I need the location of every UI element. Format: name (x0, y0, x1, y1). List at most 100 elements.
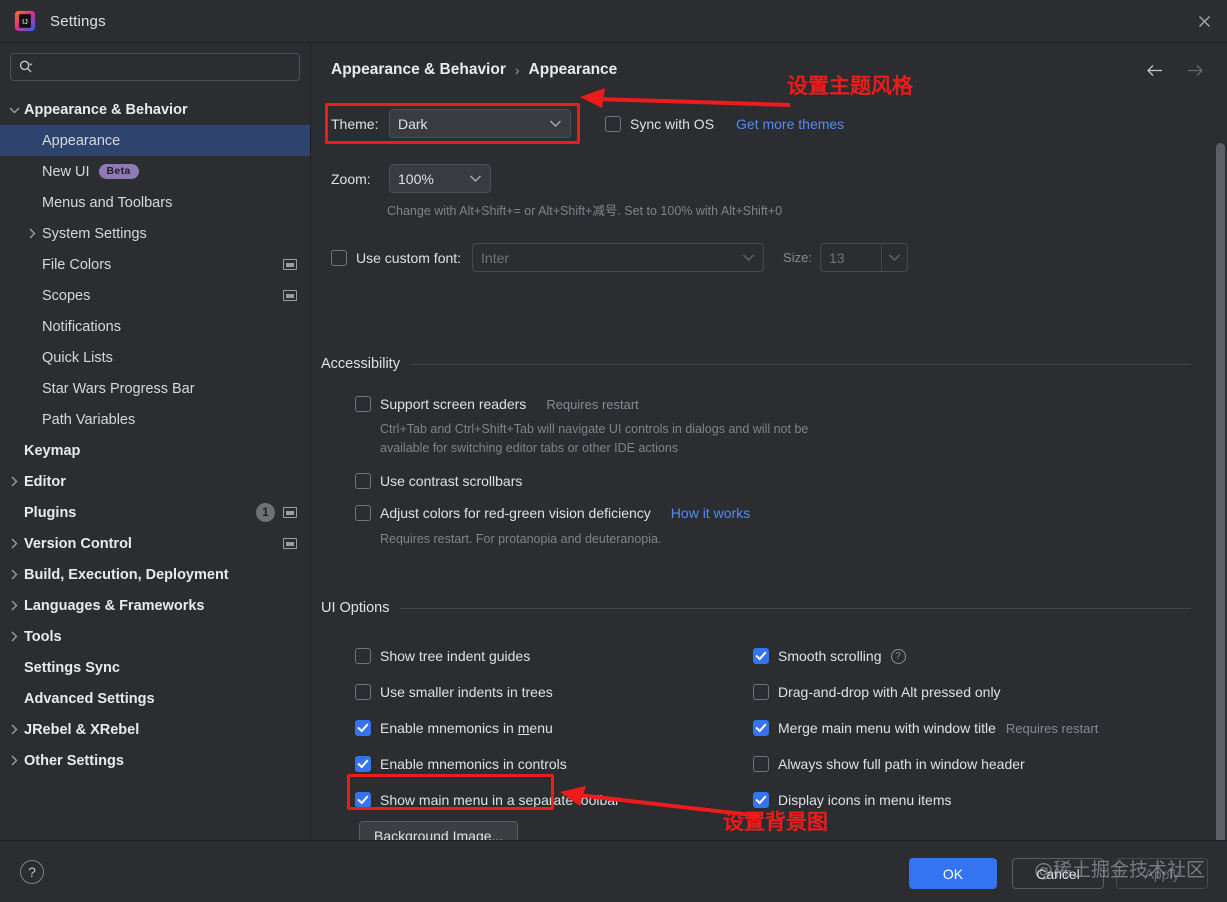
chevron-right-icon[interactable] (4, 476, 24, 487)
ok-button[interactable]: OK (909, 858, 997, 889)
ui-option-row: Merge main menu with window title Require… (753, 710, 1098, 746)
ui-option-label: Display icons in menu items (778, 792, 952, 808)
support-screen-readers-checkbox[interactable] (355, 396, 371, 412)
smooth-scrolling-checkbox[interactable] (753, 648, 769, 664)
sidebar-item-build-execution-deployment[interactable]: Build, Execution, Deployment (0, 559, 310, 590)
support-screen-readers-label: Support screen readers (380, 396, 527, 412)
font-size-label: Size: (783, 250, 812, 265)
sidebar-item-menus-and-toolbars[interactable]: Menus and Toolbars (0, 187, 310, 218)
sidebar-item-label: Menus and Toolbars (42, 194, 173, 211)
sync-with-os-label: Sync with OS (630, 115, 715, 132)
ui-option-label: Use smaller indents in trees (380, 684, 553, 700)
sidebar-item-scopes[interactable]: Scopes (0, 280, 310, 311)
sidebar-item-tools[interactable]: Tools (0, 621, 310, 652)
adjust-colors-checkbox[interactable] (355, 505, 371, 521)
sidebar-item-label: Appearance & Behavior (24, 101, 188, 118)
arrow-right-icon[interactable] (1186, 63, 1205, 78)
sidebar-item-label: Scopes (42, 287, 91, 304)
support-screen-readers-hint: Ctrl+Tab and Ctrl+Shift+Tab will navigat… (380, 422, 809, 455)
use-custom-font-checkbox[interactable] (331, 249, 347, 266)
settings-content: Theme: Dark Sync with OS Get more themes… (311, 91, 1227, 851)
chevron-right-icon[interactable] (4, 569, 24, 580)
search-icon (18, 59, 34, 75)
chevron-down-icon[interactable] (880, 244, 907, 271)
chevron-right-icon[interactable] (4, 755, 24, 766)
sidebar-item-editor[interactable]: Editor (0, 466, 310, 497)
sidebar-item-star-wars-progress-bar[interactable]: Star Wars Progress Bar (0, 373, 310, 404)
get-more-themes-link[interactable]: Get more themes (736, 116, 844, 132)
main-panel: Appearance & Behavior › Appearance Theme… (310, 43, 1227, 851)
help-circle-icon[interactable]: ? (890, 648, 906, 664)
breadcrumb-root[interactable]: Appearance & Behavior (331, 61, 506, 79)
sidebar-item-notifications[interactable]: Notifications (0, 311, 310, 342)
zoom-row: Zoom: 100% (331, 164, 491, 193)
sidebar-item-path-variables[interactable]: Path Variables (0, 404, 310, 435)
sidebar-item-jrebel-xrebel[interactable]: JRebel & XRebel (0, 714, 310, 745)
merge-main-menu-with-window-title-checkbox[interactable] (753, 720, 769, 736)
beta-badge: Beta (98, 164, 139, 179)
use-custom-font-label: Use custom font: (356, 249, 462, 266)
always-show-full-path-in-window-header-checkbox[interactable] (753, 756, 769, 772)
close-icon[interactable] (1181, 0, 1227, 43)
ui-option-label: Always show full path in window header (778, 756, 1025, 772)
show-main-menu-in-a-separate-toolbar-checkbox[interactable] (355, 792, 371, 808)
font-size-spinner[interactable]: 13 (819, 243, 908, 272)
arrow-left-icon[interactable] (1145, 63, 1164, 78)
breadcrumb-separator-icon: › (514, 62, 520, 78)
sidebar-item-appearance[interactable]: Appearance (0, 125, 310, 156)
use-smaller-indents-in-trees-checkbox[interactable] (355, 684, 371, 700)
sidebar-item-label: Plugins (24, 504, 77, 521)
theme-select[interactable]: Dark (389, 109, 571, 138)
main-vertical-scrollbar[interactable] (1216, 143, 1225, 848)
ui-option-label: Enable mnemonics in controls (380, 756, 567, 772)
use-contrast-scrollbars-label: Use contrast scrollbars (380, 473, 523, 489)
section-divider (399, 607, 1191, 609)
enable-mnemonics-in-controls-checkbox[interactable] (355, 756, 371, 772)
sidebar-item-keymap[interactable]: Keymap (0, 435, 310, 466)
display-icons-in-menu-items-checkbox[interactable] (753, 792, 769, 808)
sidebar-item-file-colors[interactable]: File Colors (0, 249, 310, 280)
sidebar-item-version-control[interactable]: Version Control (0, 528, 310, 559)
sidebar-item-appearance-behavior[interactable]: Appearance & Behavior (0, 94, 310, 125)
zoom-hint: Change with Alt+Shift+= or Alt+Shift+减号.… (387, 204, 783, 218)
search-box[interactable] (10, 53, 300, 81)
search-input[interactable] (38, 58, 292, 76)
question-mark-icon[interactable]: ? (20, 860, 44, 884)
sidebar-item-languages-frameworks[interactable]: Languages & Frameworks (0, 590, 310, 621)
sidebar-item-new-ui[interactable]: New UI Beta (0, 156, 310, 187)
sidebar-item-label: Quick Lists (42, 349, 113, 366)
show-tree-indent-guides-checkbox[interactable] (355, 648, 371, 664)
zoom-select[interactable]: 100% (389, 164, 491, 193)
sidebar-item-advanced-settings[interactable]: Advanced Settings (0, 683, 310, 714)
ui-option-row: Show tree indent guides (355, 638, 620, 674)
sidebar-item-settings-sync[interactable]: Settings Sync (0, 652, 310, 683)
breadcrumb: Appearance & Behavior › Appearance (331, 61, 617, 79)
sidebar-item-label: Build, Execution, Deployment (24, 566, 229, 583)
sidebar-item-plugins[interactable]: Plugins 1 (0, 497, 310, 528)
chevron-right-icon[interactable] (4, 724, 24, 735)
ui-options-left-column: Show tree indent guides Use smaller inden… (355, 638, 620, 818)
chevron-right-icon[interactable] (22, 228, 42, 239)
sidebar-item-system-settings[interactable]: System Settings (0, 218, 310, 249)
chevron-right-icon[interactable] (4, 538, 24, 549)
breadcrumb-leaf: Appearance (528, 61, 618, 78)
chevron-down-icon[interactable] (4, 106, 24, 114)
ui-option-row: Smooth scrolling? (753, 638, 1098, 674)
sidebar-item-label: System Settings (42, 225, 147, 242)
drag-and-drop-with-alt-pressed-only-checkbox[interactable] (753, 684, 769, 700)
custom-font-select[interactable]: Inter (472, 243, 765, 272)
sidebar-item-other-settings[interactable]: Other Settings (0, 745, 310, 776)
apply-button[interactable]: Apply (1116, 858, 1208, 889)
chevron-right-icon[interactable] (4, 600, 24, 611)
cancel-button[interactable]: Cancel (1012, 858, 1104, 889)
sync-with-os-checkbox[interactable] (605, 115, 621, 132)
use-contrast-scrollbars-checkbox[interactable] (355, 473, 371, 489)
sidebar-item-quick-lists[interactable]: Quick Lists (0, 342, 310, 373)
sidebar-item-label: Notifications (42, 318, 121, 335)
chevron-right-icon[interactable] (4, 631, 24, 642)
use-contrast-scrollbars-row: Use contrast scrollbars (355, 473, 808, 489)
enable-mnemonics-in-menu-checkbox[interactable] (355, 720, 371, 736)
how-it-works-link[interactable]: How it works (671, 505, 750, 521)
settings-dialog: IJ Settings Appearance & Behavior Appear… (0, 0, 1227, 902)
accessibility-section-title: Accessibility (321, 356, 400, 372)
